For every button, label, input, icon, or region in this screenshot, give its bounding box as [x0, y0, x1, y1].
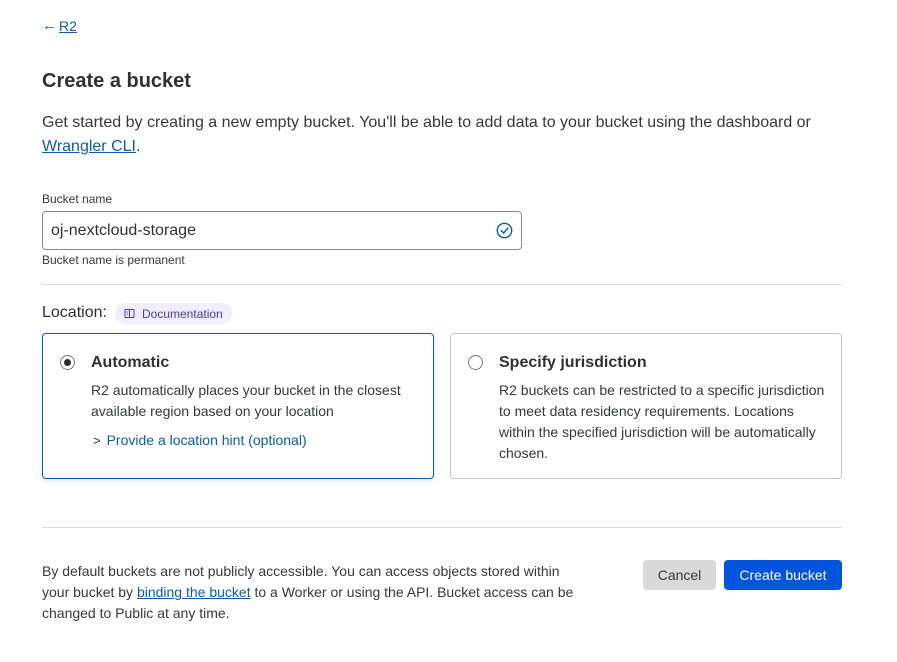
location-hint-toggle[interactable]: > Provide a location hint (optional): [93, 432, 307, 448]
book-icon: [124, 309, 135, 318]
option-description-automatic: R2 automatically places your bucket in t…: [91, 382, 401, 419]
documentation-label: Documentation: [142, 306, 223, 321]
page-title: Create a bucket: [42, 70, 191, 92]
radio-jurisdiction[interactable]: [468, 355, 483, 370]
location-hint-link: Provide a location hint (optional): [106, 432, 307, 448]
bucket-name-hint: Bucket name is permanent: [42, 253, 185, 267]
documentation-pill[interactable]: Documentation: [115, 303, 232, 324]
arrow-left-icon: ←: [42, 17, 57, 34]
binding-bucket-link[interactable]: binding the bucket: [137, 584, 251, 600]
page-intro: Get started by creating a new empty buck…: [42, 111, 842, 159]
wrangler-cli-link[interactable]: Wrangler CLI: [42, 138, 136, 155]
back-link-label: R2: [59, 17, 77, 34]
location-label: Location:: [42, 304, 107, 321]
location-option-jurisdiction[interactable]: Specify jurisdiction R2 buckets can be r…: [450, 333, 842, 479]
option-title-jurisdiction: Specify jurisdiction: [499, 354, 647, 371]
check-circle-icon: [496, 222, 513, 239]
option-title-automatic: Automatic: [91, 354, 170, 371]
bucket-name-label: Bucket name: [42, 192, 113, 206]
location-option-automatic[interactable]: Automatic R2 automatically places your b…: [42, 333, 434, 479]
create-bucket-button[interactable]: Create bucket: [724, 560, 842, 590]
cancel-button[interactable]: Cancel: [643, 560, 716, 590]
bucket-name-field: [42, 211, 522, 250]
bucket-name-input[interactable]: [43, 213, 481, 248]
back-link-r2[interactable]: ← R2: [42, 17, 77, 34]
radio-automatic[interactable]: [60, 355, 75, 370]
option-description-jurisdiction: R2 buckets can be restricted to a specif…: [499, 382, 825, 461]
footer-divider: [42, 527, 842, 528]
section-divider: [42, 284, 842, 285]
footer-access-note: By default buckets are not publicly acce…: [42, 561, 587, 624]
intro-text: Get started by creating a new empty buck…: [42, 114, 811, 131]
chevron-right-icon: >: [93, 432, 101, 448]
intro-end: .: [135, 138, 141, 155]
